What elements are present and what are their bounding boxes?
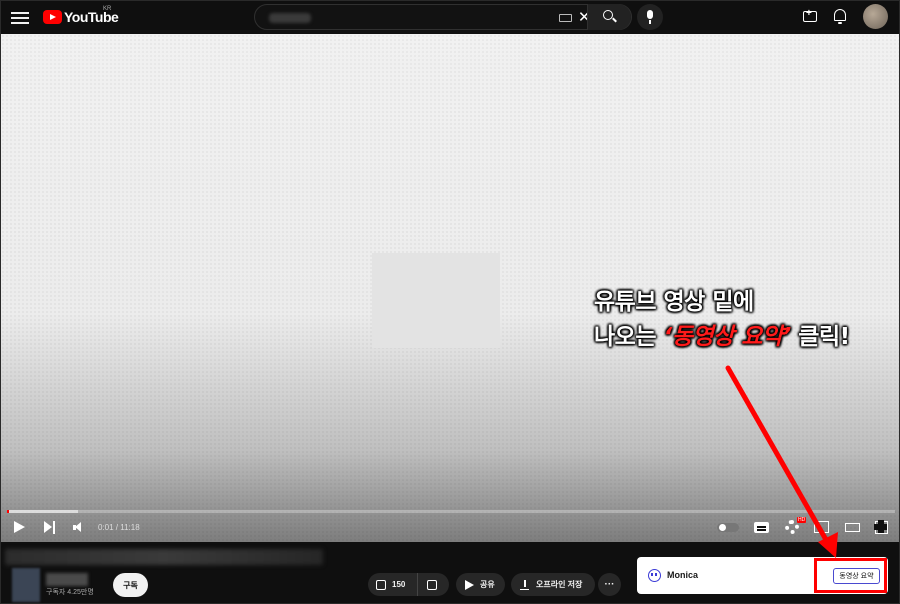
time-display: 0:01 / 11:18 bbox=[98, 523, 140, 532]
progress-bar[interactable] bbox=[7, 510, 895, 513]
monica-logo-icon bbox=[648, 569, 661, 582]
search-bar[interactable]: ✕ bbox=[254, 4, 632, 30]
progress-buffered bbox=[7, 510, 79, 513]
video-title-blurred bbox=[5, 549, 323, 565]
fullscreen-icon[interactable] bbox=[874, 520, 888, 534]
search-query-blurred bbox=[269, 13, 311, 23]
channel-avatar[interactable] bbox=[12, 568, 40, 602]
annotation-prefix: 나오는 bbox=[594, 324, 664, 350]
video-player[interactable]: 유튜브 영상 밑에 나오는 ‘동영상 요약’ 클릭! bbox=[1, 34, 899, 542]
annotation-suffix: 클릭! bbox=[790, 324, 850, 350]
subtitles-icon[interactable] bbox=[754, 522, 769, 533]
monica-name: Monica bbox=[667, 570, 699, 580]
youtube-play-icon bbox=[43, 10, 62, 24]
blurred-video-content bbox=[372, 253, 500, 348]
like-dislike-group: 150 bbox=[368, 573, 449, 596]
share-label: 공유 bbox=[480, 580, 495, 589]
annotation-highlight: ‘동영상 요약’ bbox=[663, 324, 792, 350]
like-count: 150 bbox=[392, 580, 406, 589]
download-icon bbox=[520, 579, 529, 590]
share-arrow-icon bbox=[465, 579, 474, 590]
share-button[interactable]: 공유 bbox=[456, 573, 505, 596]
youtube-window: YouTube KR ✕ 유튜브 영상 밑에 나오는 ‘동영상 요약’ 클릭! bbox=[0, 0, 900, 604]
user-avatar[interactable] bbox=[863, 4, 888, 29]
search-icon bbox=[603, 10, 613, 20]
annotation-line-1: 유튜브 영상 밑에 bbox=[594, 289, 754, 315]
like-button[interactable]: 150 bbox=[368, 573, 418, 596]
region-code: KR bbox=[103, 6, 112, 12]
autoplay-toggle[interactable] bbox=[717, 523, 739, 532]
keyboard-icon[interactable] bbox=[559, 14, 572, 22]
play-icon[interactable] bbox=[14, 521, 25, 533]
subscriber-count: 구독자 4.25만명 bbox=[46, 589, 94, 596]
miniplayer-icon[interactable] bbox=[814, 521, 829, 533]
volume-icon[interactable] bbox=[73, 522, 83, 532]
create-video-icon[interactable] bbox=[803, 8, 817, 22]
tutorial-annotation: 유튜브 영상 밑에 나오는 ‘동영상 요약’ 클릭! bbox=[594, 285, 850, 355]
subscribe-button[interactable]: 구독 bbox=[113, 573, 148, 597]
more-actions-button[interactable]: ··· bbox=[598, 573, 621, 596]
voice-search-icon[interactable] bbox=[637, 4, 663, 30]
progress-played bbox=[7, 510, 9, 513]
notifications-bell-icon[interactable] bbox=[834, 9, 846, 24]
hamburger-menu-icon[interactable] bbox=[11, 9, 29, 25]
download-label: 오프라인 저장 bbox=[536, 580, 583, 589]
highlight-box bbox=[814, 558, 887, 593]
top-bar: YouTube KR ✕ bbox=[1, 1, 899, 34]
next-video-icon[interactable] bbox=[44, 521, 56, 534]
thumbs-up-icon bbox=[376, 579, 386, 590]
theater-mode-icon[interactable] bbox=[845, 523, 860, 532]
download-button[interactable]: 오프라인 저장 bbox=[511, 573, 595, 596]
channel-name-blurred[interactable] bbox=[46, 573, 88, 586]
annotation-line-2: 나오는 ‘동영상 요약’ 클릭! bbox=[594, 320, 850, 355]
search-button[interactable] bbox=[587, 4, 631, 30]
hd-badge: HD bbox=[797, 517, 807, 523]
thumbs-down-icon[interactable] bbox=[427, 579, 437, 590]
player-controls: 0:01 / 11:18 HD bbox=[1, 515, 899, 541]
